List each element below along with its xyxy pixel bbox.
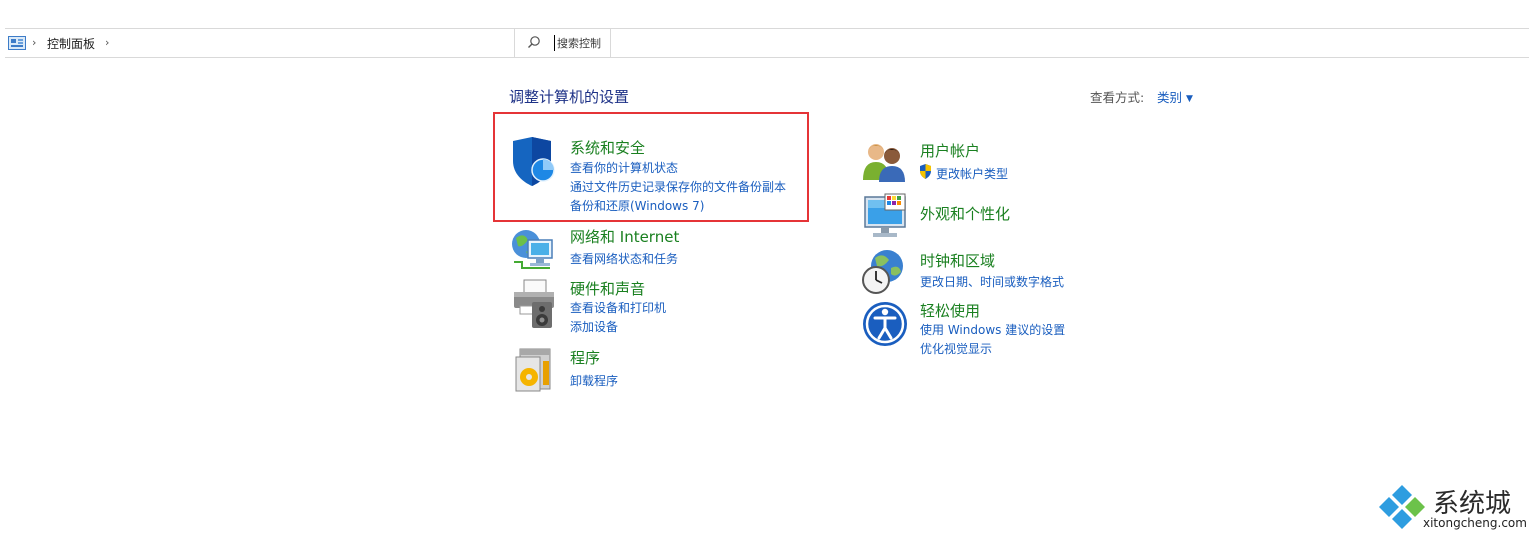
view-by-label: 查看方式: <box>1090 90 1145 105</box>
programs-disc-icon[interactable] <box>510 347 558 393</box>
clock-globe-icon[interactable] <box>861 248 909 296</box>
monitor-palette-icon[interactable] <box>861 193 909 241</box>
page-title: 调整计算机的设置 <box>509 88 630 106</box>
ease-of-access-icon[interactable] <box>861 300 909 348</box>
caret-down-icon: ▼ <box>1186 94 1193 104</box>
hardware-title[interactable]: 硬件和声音 <box>570 278 645 299</box>
control-panel-icon[interactable] <box>8 36 26 50</box>
address-bar: › 控制面板 › <box>5 28 1529 58</box>
category-system-security: 系统和安全 查看你的计算机状态 通过文件历史记录保存你的文件备份副本 备份和还原… <box>510 137 810 217</box>
network-globe-icon[interactable] <box>510 226 558 272</box>
uac-shield-icon <box>920 164 931 179</box>
printer-speaker-icon[interactable] <box>510 278 558 330</box>
category-appearance: 外观和个性化 <box>861 193 1161 241</box>
watermark-url: xitongcheng.com <box>1423 516 1527 530</box>
link-uninstall-program[interactable]: 卸载程序 <box>570 372 618 389</box>
link-network-status[interactable]: 查看网络状态和任务 <box>570 250 678 267</box>
search-icon <box>528 36 540 48</box>
shield-icon[interactable] <box>510 137 558 187</box>
chevron-right-icon[interactable]: › <box>32 36 36 49</box>
ease-of-access-title[interactable]: 轻松使用 <box>920 300 980 321</box>
watermark: 系统城 xitongcheng.com <box>1377 483 1527 533</box>
search-input[interactable] <box>554 35 609 51</box>
link-view-computer-status[interactable]: 查看你的计算机状态 <box>570 159 678 176</box>
link-recommended-settings[interactable]: 使用 Windows 建议的设置 <box>920 321 1065 338</box>
link-add-device[interactable]: 添加设备 <box>570 318 618 335</box>
view-by-dropdown[interactable]: 类别 ▼ <box>1157 87 1193 106</box>
link-devices-printers[interactable]: 查看设备和打印机 <box>570 299 666 316</box>
category-programs: 程序 卸载程序 <box>510 347 810 393</box>
appearance-title[interactable]: 外观和个性化 <box>920 203 1010 224</box>
watermark-name: 系统城 <box>1433 489 1512 519</box>
search-box <box>514 28 611 58</box>
users-icon[interactable] <box>861 140 909 182</box>
category-network: 网络和 Internet 查看网络状态和任务 <box>510 226 810 272</box>
network-title[interactable]: 网络和 Internet <box>570 226 679 247</box>
link-change-account-type[interactable]: 更改帐户类型 <box>936 165 1008 182</box>
category-user-accounts: 用户帐户 更改帐户类型 <box>861 140 1161 186</box>
breadcrumb-control-panel[interactable]: 控制面板 <box>47 35 95 52</box>
category-ease-of-access: 轻松使用 使用 Windows 建议的设置 优化视觉显示 <box>861 300 1161 356</box>
category-hardware: 硬件和声音 查看设备和打印机 添加设备 <box>510 278 810 334</box>
view-by-value: 类别 <box>1157 90 1183 105</box>
clock-region-title[interactable]: 时钟和区域 <box>920 250 995 271</box>
link-backup-restore[interactable]: 备份和还原(Windows 7) <box>570 197 704 214</box>
link-optimize-display[interactable]: 优化视觉显示 <box>920 340 992 357</box>
programs-title[interactable]: 程序 <box>570 347 600 368</box>
link-file-history[interactable]: 通过文件历史记录保存你的文件备份副本 <box>570 178 786 195</box>
system-security-title[interactable]: 系统和安全 <box>570 137 645 158</box>
chevron-right-icon[interactable]: › <box>105 36 109 49</box>
watermark-logo-icon <box>1379 485 1425 529</box>
link-change-date-time[interactable]: 更改日期、时间或数字格式 <box>920 273 1064 290</box>
category-clock-region: 时钟和区域 更改日期、时间或数字格式 <box>861 248 1161 296</box>
user-accounts-title[interactable]: 用户帐户 <box>920 140 980 161</box>
